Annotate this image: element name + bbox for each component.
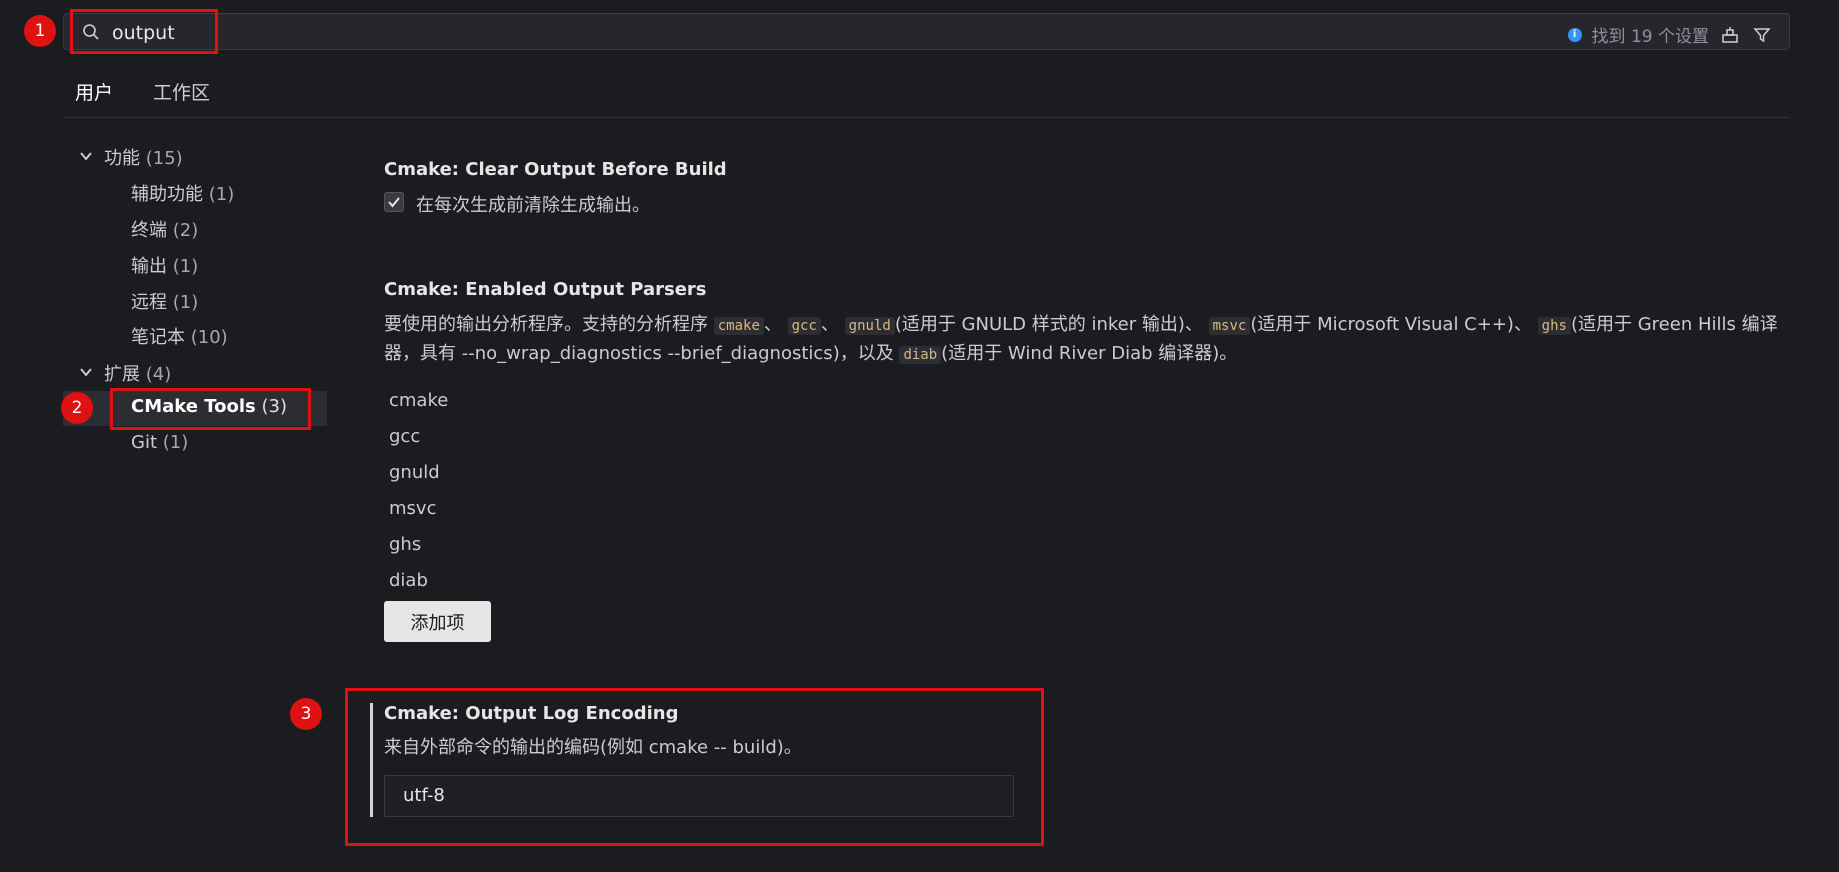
setting-title-clear-output: Cmake: Clear Output Before Build bbox=[384, 159, 727, 180]
tree-item-remote[interactable]: 远程 (1) bbox=[131, 288, 198, 314]
list-item[interactable]: gcc bbox=[389, 426, 420, 447]
tree-item-git[interactable]: Git (1) bbox=[131, 432, 188, 453]
tree-item-count: (1) bbox=[162, 432, 189, 453]
code-msvc: msvc bbox=[1208, 317, 1251, 335]
setting-desc-output-parsers: 要使用的输出分析程序。支持的分析程序 cmake、 gcc、 gnuld (适用于… bbox=[384, 311, 1784, 369]
desc-text: (适用于 GNULD 样式的 inker 输出) bbox=[894, 314, 1185, 335]
tree-group-label: 扩展 bbox=[104, 364, 140, 385]
code-diab: diab bbox=[899, 346, 942, 364]
callout-box-1 bbox=[70, 9, 218, 54]
desc-text: (适用于 Wind River Diab 编译器)。 bbox=[941, 343, 1238, 364]
setting-category: Cmake: bbox=[384, 279, 466, 300]
setting-name: Clear Output Before Build bbox=[465, 159, 727, 180]
tree-item-count: (1) bbox=[172, 292, 199, 313]
list-item[interactable]: cmake bbox=[389, 390, 448, 411]
settings-tabs: 用户 工作区 bbox=[63, 78, 222, 118]
code-cmake: cmake bbox=[713, 317, 764, 335]
tree-item-label: 输出 bbox=[131, 256, 167, 277]
info-icon: i bbox=[1567, 27, 1582, 42]
list-item[interactable]: gnuld bbox=[389, 462, 440, 483]
tree-group-features[interactable]: 功能 (15) bbox=[104, 144, 183, 170]
code-gcc: gcc bbox=[787, 317, 821, 335]
tree-item-output[interactable]: 输出 (1) bbox=[131, 252, 198, 278]
clear-filter-icon[interactable] bbox=[1719, 24, 1741, 46]
tree-group-count: (4) bbox=[145, 364, 172, 385]
callout-badge-3: 3 bbox=[290, 698, 322, 730]
desc-text: 要使用的输出分析程序。支持的分析程序 bbox=[384, 314, 708, 335]
tab-user[interactable]: 用户 bbox=[63, 78, 126, 118]
tree-item-count: (10) bbox=[190, 327, 228, 348]
tree-item-notebook[interactable]: 笔记本 (10) bbox=[131, 323, 228, 349]
tree-item-terminal[interactable]: 终端 (2) bbox=[131, 216, 198, 242]
clear-output-checkbox[interactable] bbox=[384, 192, 404, 212]
desc-separator: 、 bbox=[1184, 314, 1203, 335]
tree-item-label: 终端 bbox=[131, 220, 167, 241]
settings-page: output i 找到 19 个设置 1 用户 工作区 功能 (15) 辅助功能… bbox=[0, 0, 1839, 872]
setting-name: Enabled Output Parsers bbox=[465, 279, 707, 300]
tree-item-count: (1) bbox=[172, 256, 199, 277]
filter-icon[interactable] bbox=[1751, 24, 1773, 46]
tree-item-accessibility[interactable]: 辅助功能 (1) bbox=[131, 180, 234, 206]
setting-category: Cmake: bbox=[384, 159, 466, 180]
desc-separator: 、 bbox=[1513, 314, 1532, 335]
tree-group-label: 功能 bbox=[104, 148, 140, 169]
tree-item-count: (1) bbox=[208, 184, 235, 205]
list-item[interactable]: ghs bbox=[389, 534, 421, 555]
chevron-down-icon[interactable] bbox=[79, 149, 93, 163]
check-icon bbox=[388, 197, 400, 208]
desc-separator: 、 bbox=[820, 314, 839, 335]
clear-output-label: 在每次生成前清除生成输出。 bbox=[416, 195, 650, 216]
setting-title-output-parsers: Cmake: Enabled Output Parsers bbox=[384, 279, 707, 300]
callout-badge-1: 1 bbox=[24, 15, 56, 47]
list-item[interactable]: diab bbox=[389, 570, 428, 591]
callout-box-2 bbox=[110, 388, 311, 430]
tree-group-extensions[interactable]: 扩展 (4) bbox=[104, 360, 171, 386]
tree-item-label: 辅助功能 bbox=[131, 184, 203, 205]
tree-item-count: (2) bbox=[172, 220, 199, 241]
tree-item-label: 笔记本 bbox=[131, 327, 185, 348]
list-item[interactable]: msvc bbox=[389, 498, 436, 519]
tab-workspace[interactable]: 工作区 bbox=[141, 78, 222, 118]
callout-badge-2: 2 bbox=[61, 392, 93, 424]
desc-text: (适用于 Microsoft Visual C++) bbox=[1250, 314, 1514, 335]
tree-item-label: 远程 bbox=[131, 292, 167, 313]
tabs-divider bbox=[63, 117, 1790, 118]
search-bar[interactable]: output i 找到 19 个设置 bbox=[63, 13, 1790, 50]
tree-item-label: Git bbox=[131, 432, 158, 453]
code-gnuld: gnuld bbox=[844, 317, 895, 335]
code-ghs: ghs bbox=[1537, 317, 1571, 335]
desc-separator: 、 bbox=[763, 314, 782, 335]
add-item-button[interactable]: 添加项 bbox=[384, 601, 491, 642]
callout-box-3 bbox=[345, 688, 1044, 846]
chevron-down-icon[interactable] bbox=[79, 365, 93, 379]
tree-group-count: (15) bbox=[145, 148, 183, 169]
search-actions: i 找到 19 个设置 bbox=[1567, 22, 1773, 47]
search-result-count: 找到 19 个设置 bbox=[1591, 27, 1709, 47]
